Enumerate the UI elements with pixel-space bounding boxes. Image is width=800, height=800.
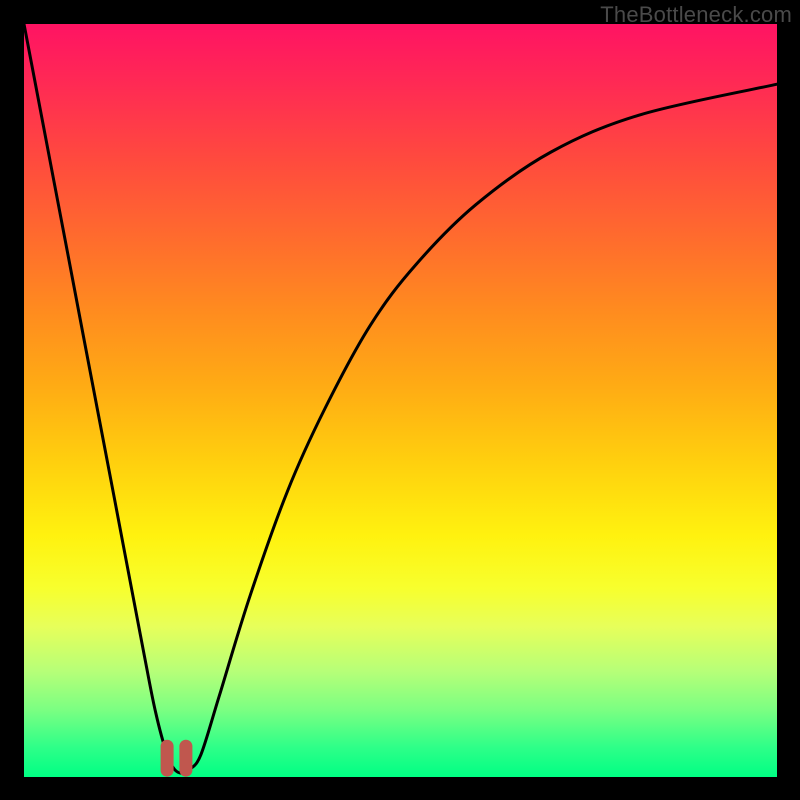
plot-area xyxy=(24,24,777,777)
bottleneck-curve xyxy=(24,24,777,773)
chart-frame: TheBottleneck.com xyxy=(0,0,800,800)
chart-svg xyxy=(24,24,777,777)
valley-markers xyxy=(167,746,186,770)
